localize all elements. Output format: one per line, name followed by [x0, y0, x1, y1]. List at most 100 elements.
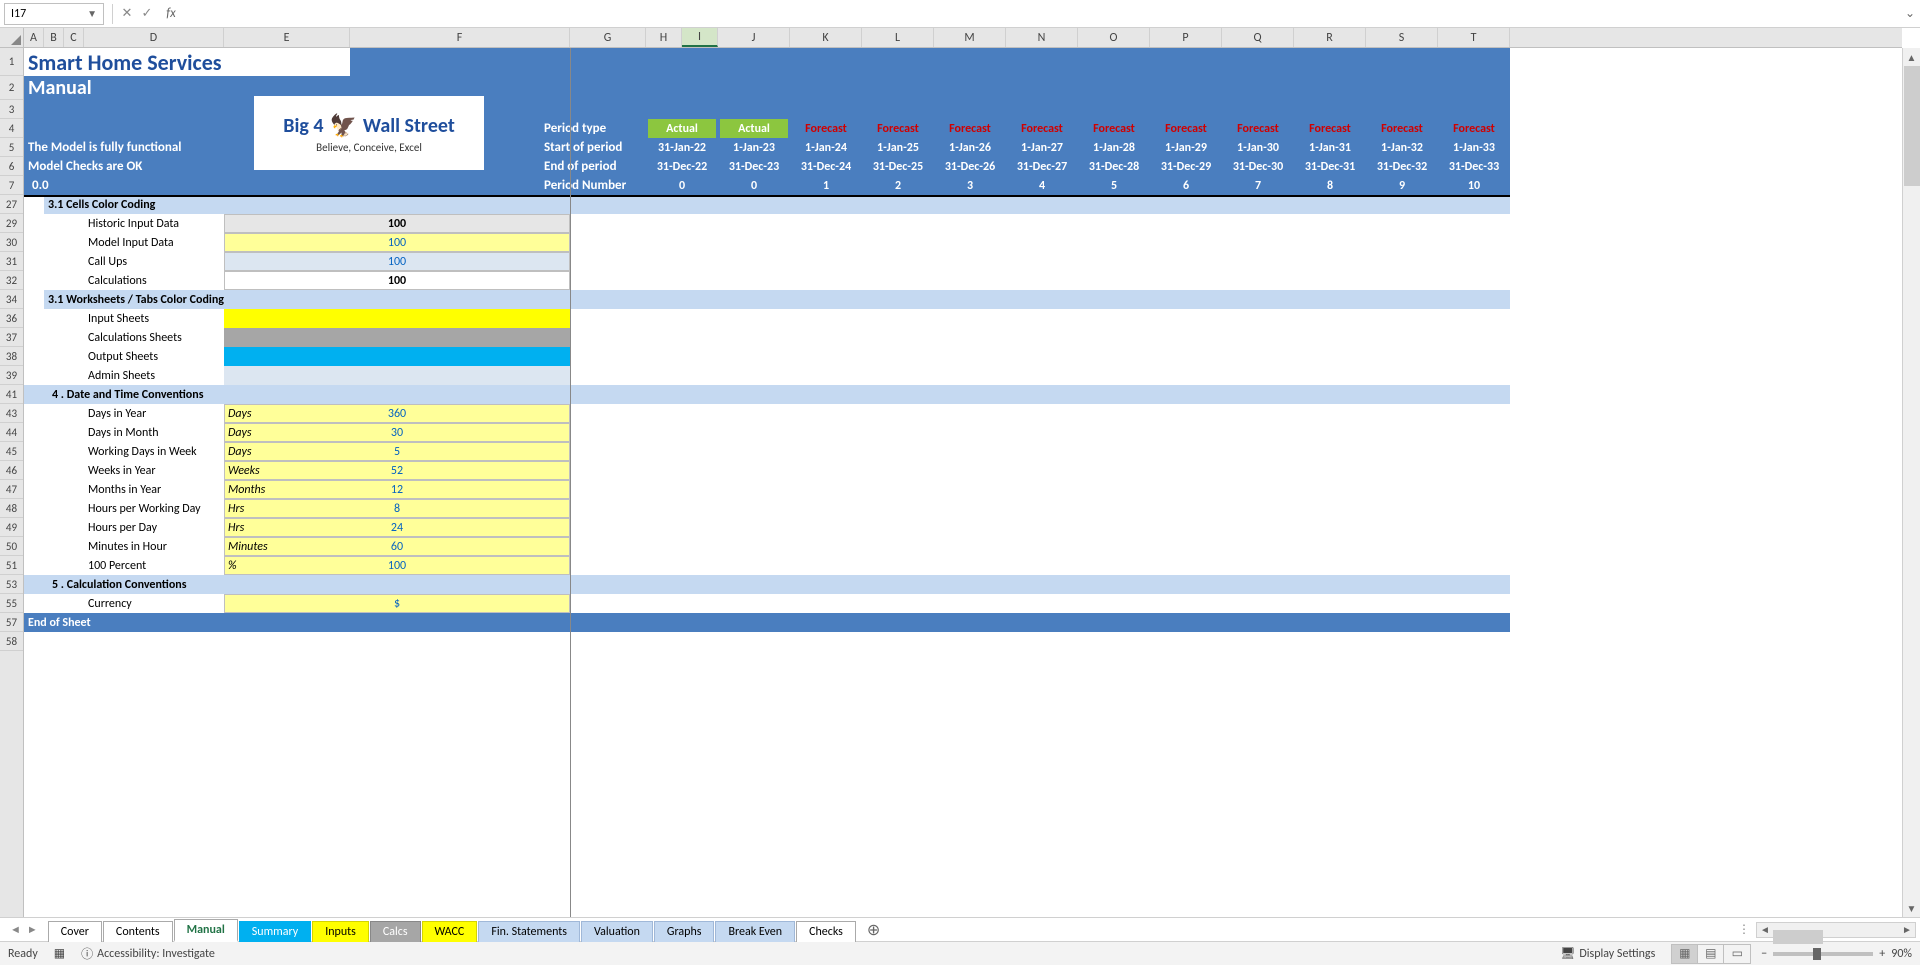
- sheet-tab-graphs[interactable]: Graphs: [654, 921, 715, 942]
- row-header-2[interactable]: 2: [0, 76, 23, 100]
- zoom-in-icon[interactable]: +: [1879, 947, 1885, 961]
- row-header-32[interactable]: 32: [0, 271, 23, 290]
- col-header-S[interactable]: S: [1366, 28, 1438, 47]
- sheet-tab-manual[interactable]: Manual: [174, 919, 238, 942]
- row-header-43[interactable]: 43: [0, 404, 23, 423]
- page-layout-icon[interactable]: ▤: [1698, 945, 1724, 963]
- sheet-tab-contents[interactable]: Contents: [103, 921, 173, 942]
- row-header-5[interactable]: 5: [0, 138, 23, 157]
- zoom-value[interactable]: 90%: [1891, 947, 1912, 961]
- col-header-R[interactable]: R: [1294, 28, 1366, 47]
- col-header-T[interactable]: T: [1438, 28, 1510, 47]
- row-header-3[interactable]: 3: [0, 100, 23, 119]
- sheet-tab-calcs[interactable]: Calcs: [370, 921, 421, 942]
- display-settings[interactable]: 🖥 Display Settings: [1560, 946, 1655, 961]
- select-all-corner[interactable]: [0, 28, 24, 48]
- row-header-31[interactable]: 31: [0, 252, 23, 271]
- col-header-C[interactable]: C: [64, 28, 84, 47]
- col-header-E[interactable]: E: [224, 28, 350, 47]
- scroll-down-icon[interactable]: ▼: [1903, 899, 1920, 917]
- row-header-49[interactable]: 49: [0, 518, 23, 537]
- col-header-G[interactable]: G: [570, 28, 646, 47]
- formula-input[interactable]: [181, 3, 1900, 25]
- zoom-slider[interactable]: [1773, 952, 1873, 956]
- col-header-F[interactable]: F: [350, 28, 570, 47]
- sheet-tab-wacc[interactable]: WACC: [422, 921, 478, 942]
- row-header-41[interactable]: 41: [0, 385, 23, 404]
- sheet-tab-break-even[interactable]: Break Even: [715, 921, 795, 942]
- page-break-icon[interactable]: ▭: [1724, 945, 1750, 963]
- zoom-control: − + 90%: [1761, 947, 1912, 961]
- hscroll-right-icon[interactable]: ►: [1899, 923, 1915, 936]
- row-header-51[interactable]: 51: [0, 556, 23, 575]
- col-header-A[interactable]: A: [24, 28, 44, 47]
- horizontal-scrollbar[interactable]: ◄ ►: [1756, 922, 1916, 938]
- row-header-1[interactable]: 1: [0, 48, 23, 76]
- row-header-27[interactable]: 27: [0, 195, 23, 214]
- row-header-30[interactable]: 30: [0, 233, 23, 252]
- dropdown-icon[interactable]: ▼: [87, 7, 97, 20]
- row-header-57[interactable]: 57: [0, 613, 23, 632]
- row-header-55[interactable]: 55: [0, 594, 23, 613]
- col-header-M[interactable]: M: [934, 28, 1006, 47]
- fx-icon[interactable]: fx: [161, 4, 181, 24]
- col-header-B[interactable]: B: [44, 28, 64, 47]
- tab-nav[interactable]: ◄ ►: [0, 921, 48, 938]
- sheet-tab-cover[interactable]: Cover: [48, 921, 102, 942]
- zoom-out-icon[interactable]: −: [1761, 947, 1767, 961]
- row-header-4[interactable]: 4: [0, 119, 23, 138]
- spreadsheet-grid[interactable]: ABCDEFGHIJKLMNOPQRST 1234567272930313234…: [0, 28, 1920, 917]
- currency-label: Currency: [84, 594, 224, 613]
- row-header-53[interactable]: 53: [0, 575, 23, 594]
- col-header-O[interactable]: O: [1078, 28, 1150, 47]
- sheet-tab-inputs[interactable]: Inputs: [312, 921, 369, 942]
- accessibility-status[interactable]: ⓘ Accessibility: Investigate: [81, 945, 215, 962]
- tab-split-icon[interactable]: ⋮: [1738, 922, 1750, 937]
- sheet-tab-summary[interactable]: Summary: [239, 921, 311, 942]
- row-header-29[interactable]: 29: [0, 214, 23, 233]
- row-header-7[interactable]: 7: [0, 176, 23, 195]
- row-header-38[interactable]: 38: [0, 347, 23, 366]
- vertical-scrollbar[interactable]: ▲ ▼: [1902, 48, 1920, 917]
- row-headers[interactable]: 1234567272930313234363738394143444546474…: [0, 48, 24, 917]
- row-header-47[interactable]: 47: [0, 480, 23, 499]
- col-header-I[interactable]: I: [682, 28, 718, 47]
- row-header-39[interactable]: 39: [0, 366, 23, 385]
- row-header-44[interactable]: 44: [0, 423, 23, 442]
- row-header-46[interactable]: 46: [0, 461, 23, 480]
- scroll-up-icon[interactable]: ▲: [1903, 48, 1920, 66]
- scroll-thumb[interactable]: [1904, 66, 1920, 186]
- add-sheet-icon[interactable]: ⊕: [857, 920, 890, 940]
- col-header-L[interactable]: L: [862, 28, 934, 47]
- row-header-6[interactable]: 6: [0, 157, 23, 176]
- name-box[interactable]: I17 ▼: [4, 3, 104, 25]
- currency-value[interactable]: $: [224, 594, 570, 613]
- col-header-H[interactable]: H: [646, 28, 682, 47]
- cells-area[interactable]: Smart Home ServicesManualBig 4🦅Wall Stre…: [24, 48, 1510, 917]
- sheet-tab-valuation[interactable]: Valuation: [581, 921, 653, 942]
- normal-view-icon[interactable]: ▦: [1672, 945, 1698, 963]
- col-header-D[interactable]: D: [84, 28, 224, 47]
- col-header-P[interactable]: P: [1150, 28, 1222, 47]
- sheet-tab-checks[interactable]: Checks: [796, 921, 856, 942]
- row-header-34[interactable]: 34: [0, 290, 23, 309]
- expand-formula-icon[interactable]: ⌄: [1900, 6, 1920, 21]
- tab-prev-icon[interactable]: ◄: [8, 921, 23, 938]
- sheet-tab-fin-statements[interactable]: Fin. Statements: [478, 921, 580, 942]
- col-header-J[interactable]: J: [718, 28, 790, 47]
- period-type-1: Actual: [720, 119, 788, 138]
- hscroll-left-icon[interactable]: ◄: [1757, 923, 1773, 936]
- row-header-37[interactable]: 37: [0, 328, 23, 347]
- hscroll-thumb[interactable]: [1773, 930, 1823, 944]
- row-header-45[interactable]: 45: [0, 442, 23, 461]
- col-header-N[interactable]: N: [1006, 28, 1078, 47]
- row-header-50[interactable]: 50: [0, 537, 23, 556]
- macro-icon[interactable]: ▦: [54, 946, 65, 961]
- row-header-58[interactable]: 58: [0, 632, 23, 651]
- row-header-48[interactable]: 48: [0, 499, 23, 518]
- col-header-K[interactable]: K: [790, 28, 862, 47]
- row-header-36[interactable]: 36: [0, 309, 23, 328]
- column-headers[interactable]: ABCDEFGHIJKLMNOPQRST: [24, 28, 1902, 48]
- tab-next-icon[interactable]: ►: [25, 921, 40, 938]
- col-header-Q[interactable]: Q: [1222, 28, 1294, 47]
